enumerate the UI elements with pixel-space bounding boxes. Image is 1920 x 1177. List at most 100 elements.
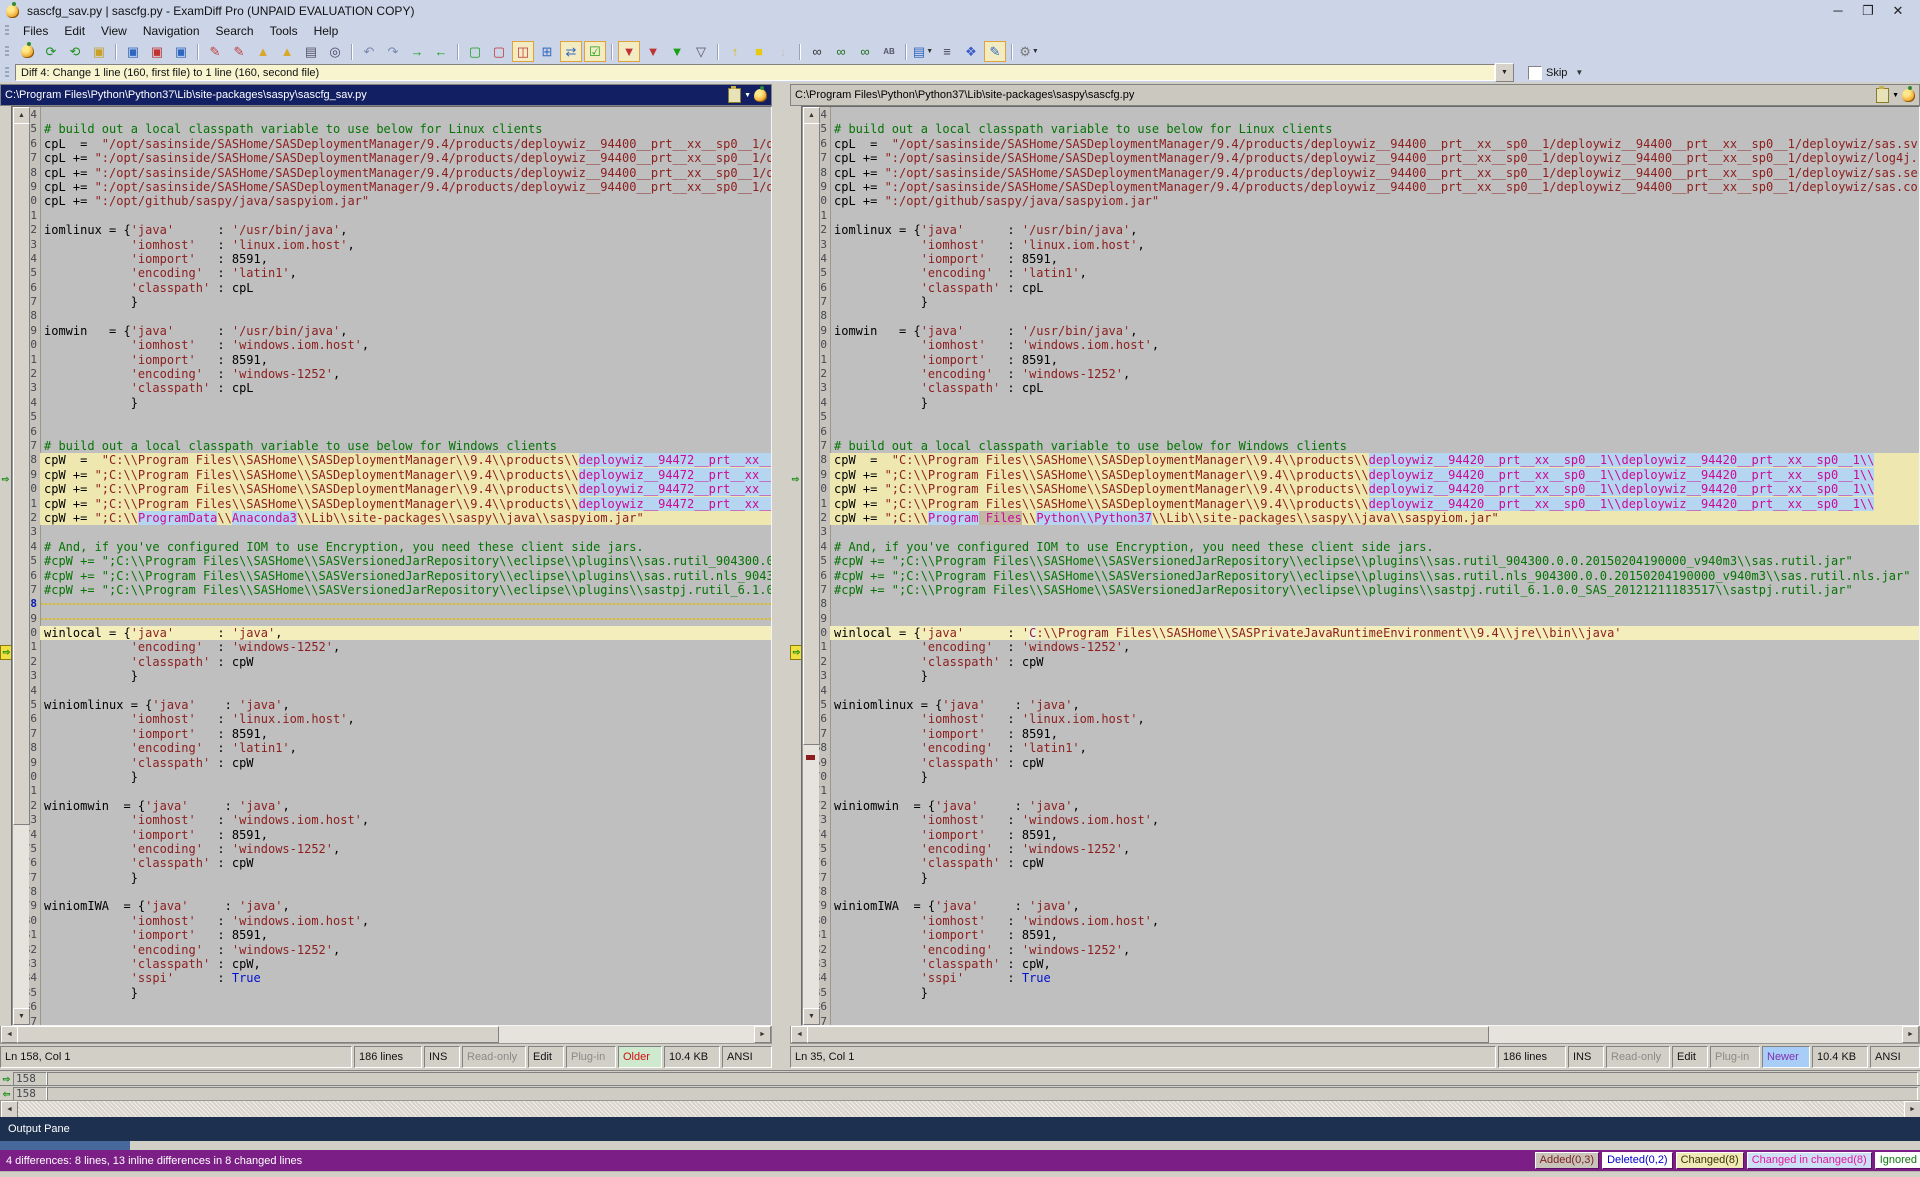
first-pane-vertical-scrollbar[interactable]: ▲ ▼ [12, 107, 29, 1025]
edit-first-file-icon[interactable]: ✎ [204, 41, 226, 62]
menubar-grip[interactable] [5, 25, 9, 37]
line-text: #cpW += ";C:\\Program Files\\SASHome\\SA… [830, 583, 1919, 597]
filter-deleted-icon[interactable]: ▼ [666, 41, 688, 62]
filter-changed-icon[interactable]: ▽ [690, 41, 712, 62]
menu-edit[interactable]: Edit [56, 23, 93, 39]
first-file-path-bar[interactable]: C:\Program Files\Python\Python37\Lib\sit… [0, 84, 772, 106]
scroll-left-icon[interactable]: ◄ [1, 1101, 18, 1118]
code-line: 150cpW += ";C:\\Program Files\\SASHome\\… [12, 482, 771, 496]
badge-deleted[interactable]: Deleted(0,2) [1602, 1152, 1673, 1169]
path-dropdown-icon[interactable]: ▼ [744, 92, 751, 99]
badge-changed-in-changed[interactable]: Changed in changed(8) [1747, 1152, 1872, 1169]
replace-icon[interactable]: AB [878, 41, 900, 62]
scroll-right-icon[interactable]: ► [1902, 1026, 1919, 1043]
toolbar-overflow-icon[interactable]: ▼ [1575, 68, 1583, 77]
copy-line-right-icon[interactable]: ⇨ [0, 1073, 13, 1085]
open-in-editor-icon[interactable]: ✎ [984, 41, 1006, 62]
second-file-info-icon[interactable]: ▲ [276, 41, 298, 62]
redo-icon[interactable]: ↷ [382, 41, 404, 62]
horizontal-split-icon[interactable]: ⊞ [536, 41, 558, 62]
output-pane-header[interactable]: Output Pane [0, 1117, 1920, 1141]
code-line: 155#cpW += ";C:\\Program Files\\SASHome\… [12, 554, 771, 568]
print-preview-icon[interactable]: ◎ [324, 41, 346, 62]
edit-indicator[interactable]: Edit [1672, 1046, 1708, 1068]
scroll-left-icon[interactable]: ◄ [791, 1026, 808, 1043]
copy-line-left-icon[interactable]: ⇦ [0, 1088, 13, 1100]
save-both-files-icon[interactable]: ▣ [170, 41, 192, 62]
save-second-file-icon[interactable]: ▣ [146, 41, 168, 62]
find-next-icon[interactable]: ∞ [830, 41, 852, 62]
first-pane-hscroll-thumb[interactable] [17, 1026, 499, 1043]
undo-icon[interactable]: ↶ [358, 41, 380, 62]
save-first-file-icon[interactable]: ▣ [122, 41, 144, 62]
find-prev-icon[interactable]: ∞ [854, 41, 876, 62]
vertical-split-icon[interactable]: ◫ [512, 41, 534, 62]
first-pane-vscroll-thumb[interactable] [13, 123, 30, 825]
badge-added[interactable]: Added(0,3) [1535, 1152, 1599, 1169]
find-icon[interactable]: ∞ [806, 41, 828, 62]
output-pane-tab[interactable] [0, 1141, 130, 1150]
menu-tools[interactable]: Tools [262, 23, 306, 39]
first-pane-code-area[interactable]: 124125# build out a local classpath vari… [11, 106, 772, 1026]
plugins-icon[interactable]: ❖ [960, 41, 982, 62]
edit-indicator[interactable]: Edit [528, 1046, 564, 1068]
recompare-swapped-icon[interactable]: ⟲ [64, 41, 86, 62]
menu-files[interactable]: Files [15, 23, 56, 39]
first-pane-horizontal-scrollbar[interactable]: ◄ ► [0, 1026, 772, 1044]
scroll-right-icon[interactable]: ► [754, 1026, 771, 1043]
second-file-path-bar[interactable]: C:\Program Files\Python\Python37\Lib\sit… [790, 84, 1920, 106]
scroll-up-icon[interactable]: ▲ [13, 107, 30, 124]
diff-list-dropdown-button[interactable]: ▼ [1495, 63, 1514, 82]
second-pane-vscroll-thumb[interactable] [803, 123, 820, 745]
toolbar-grip[interactable] [5, 46, 9, 58]
minimize-button[interactable]: ─ [1830, 3, 1846, 19]
code-line: 124 [12, 108, 771, 122]
first-file-info-icon[interactable]: ▲ [252, 41, 274, 62]
copy-block-left-icon[interactable]: ← [430, 41, 452, 62]
show-checkmarks-icon[interactable]: ☑ [584, 41, 606, 62]
scroll-down-icon[interactable]: ▼ [803, 1008, 820, 1025]
print-icon[interactable]: ▤ [300, 41, 322, 62]
filter-show-all-icon[interactable]: ▼ [618, 41, 640, 62]
filter-added-icon[interactable]: ▼ [642, 41, 664, 62]
path-dropdown-icon[interactable]: ▼ [1892, 92, 1899, 99]
diffbar-grip[interactable] [5, 67, 9, 79]
badge-ignored[interactable]: Ignored [1875, 1152, 1920, 1169]
menu-navigation[interactable]: Navigation [135, 23, 208, 39]
second-pane-hscroll-thumb[interactable] [807, 1026, 1489, 1043]
badge-changed[interactable]: Changed(8) [1676, 1152, 1744, 1169]
compare-files-icon[interactable] [16, 41, 38, 62]
view-options-icon[interactable]: ▤▼ [912, 41, 934, 62]
second-pane-code-area[interactable]: 124125# build out a local classpath vari… [801, 106, 1920, 1026]
scroll-up-icon[interactable]: ▲ [803, 107, 820, 124]
copy-block-right-icon[interactable]: → [406, 41, 428, 62]
next-diff-icon[interactable]: ↓ [772, 41, 794, 62]
scroll-right-icon[interactable]: ► [1904, 1101, 1920, 1118]
open-files-icon[interactable]: ▣ [88, 41, 110, 62]
current-diff-message[interactable]: Diff 4: Change 1 line (160, first file) … [15, 64, 1495, 81]
second-pane-vertical-scrollbar[interactable]: ▲ ▼ [802, 107, 819, 1025]
second-pane-horizontal-scrollbar[interactable]: ◄ ► [790, 1026, 1920, 1044]
menu-view[interactable]: View [93, 23, 135, 39]
edit-second-file-icon[interactable]: ✎ [228, 41, 250, 62]
close-button[interactable]: ✕ [1890, 3, 1906, 19]
line-text: cpL += ":/opt/sasinside/SASHome/SASDeplo… [40, 166, 771, 180]
previous-diff-icon[interactable]: ↑ [724, 41, 746, 62]
settings-icon[interactable]: ⚙▼ [1018, 41, 1040, 62]
copy-path-icon[interactable] [728, 88, 741, 103]
line-details-icon[interactable]: ≡ [936, 41, 958, 62]
copy-path-icon[interactable] [1876, 88, 1889, 103]
current-diff-icon[interactable]: ■ [748, 41, 770, 62]
skip-checkbox[interactable] [1528, 66, 1542, 80]
synchronize-scrolling-icon[interactable]: ⇄ [560, 41, 582, 62]
code-line: 137 } [802, 295, 1919, 309]
menu-help[interactable]: Help [306, 23, 347, 39]
code-line: 150cpW += ";C:\\Program Files\\SASHome\\… [802, 482, 1919, 496]
show-second-pane-icon[interactable]: ▢ [488, 41, 510, 62]
scroll-left-icon[interactable]: ◄ [1, 1026, 18, 1043]
recompare-icon[interactable]: ⟳ [40, 41, 62, 62]
restore-button[interactable]: ❐ [1860, 3, 1876, 19]
menu-search[interactable]: Search [208, 23, 262, 39]
scroll-down-icon[interactable]: ▼ [13, 1008, 30, 1025]
show-first-pane-icon[interactable]: ▢ [464, 41, 486, 62]
